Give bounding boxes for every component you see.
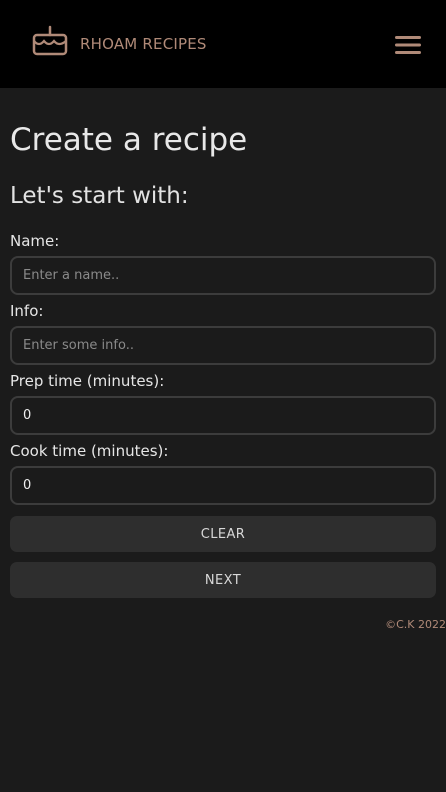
prep-time-input[interactable] <box>10 396 436 435</box>
clear-button[interactable]: CLEAR <box>10 516 436 552</box>
top-nav-bar: RHOAM RECIPES <box>0 0 446 88</box>
info-label: Info: <box>10 302 44 320</box>
name-input[interactable] <box>10 256 436 295</box>
form-subtitle: Let's start with: <box>10 183 189 209</box>
page-title: Create a recipe <box>10 122 248 158</box>
brand-name[interactable]: RHOAM RECIPES <box>80 34 207 54</box>
cook-time-label: Cook time (minutes): <box>10 442 169 460</box>
cake-icon[interactable] <box>32 25 68 57</box>
hamburger-menu-icon[interactable] <box>393 33 423 57</box>
copyright-footer: ©C.K 2022 <box>385 618 446 631</box>
name-label: Name: <box>10 232 60 250</box>
prep-time-label: Prep time (minutes): <box>10 372 165 390</box>
cook-time-input[interactable] <box>10 466 436 505</box>
next-button[interactable]: NEXT <box>10 562 436 598</box>
info-input[interactable] <box>10 326 436 365</box>
